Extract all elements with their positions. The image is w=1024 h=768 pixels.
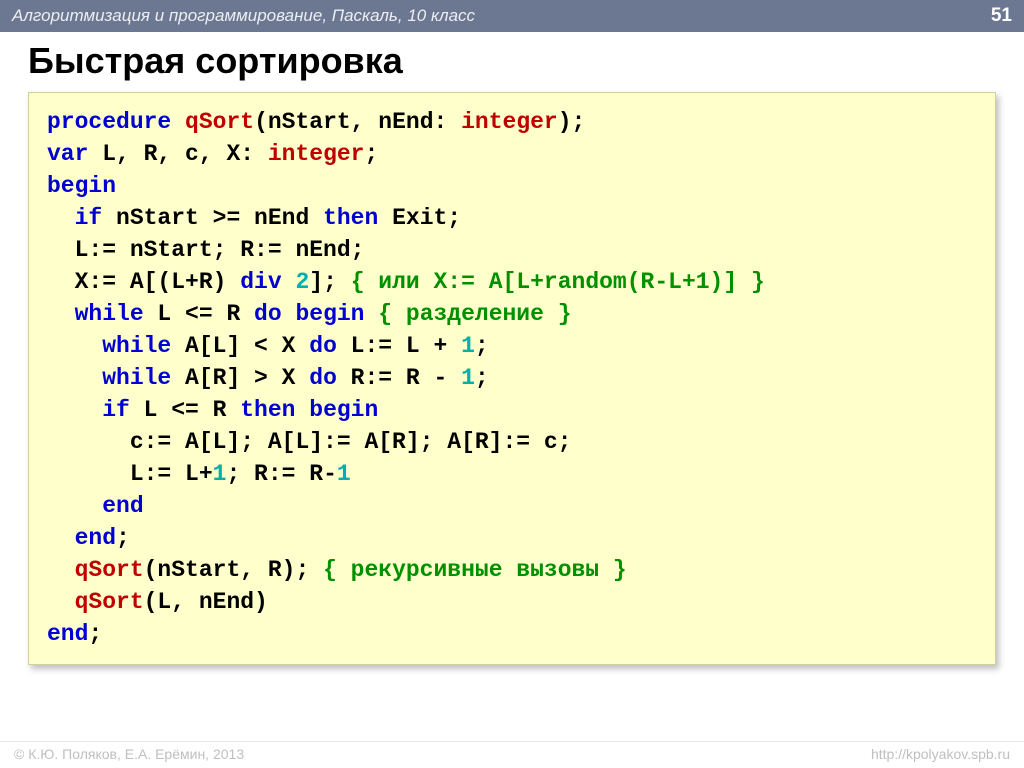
code-text: A[R] > X bbox=[171, 365, 309, 391]
comment: { или X:= A[L+random(R-L+1)] } bbox=[351, 269, 765, 295]
proc-name: qSort bbox=[185, 109, 254, 135]
code-text: ; bbox=[88, 621, 102, 647]
proc-call: qSort bbox=[75, 589, 144, 615]
code-text: (nStart, nEnd: bbox=[254, 109, 461, 135]
kw-do: do bbox=[309, 365, 337, 391]
kw-do: do bbox=[309, 333, 337, 359]
code-text: Exit; bbox=[378, 205, 461, 231]
kw-begin: begin bbox=[47, 173, 116, 199]
code-text: L <= R bbox=[144, 301, 254, 327]
code-text: ; bbox=[475, 333, 489, 359]
num-literal: 1 bbox=[461, 333, 475, 359]
kw-while: while bbox=[75, 301, 144, 327]
kw-end: end bbox=[47, 621, 88, 647]
code-text: ; bbox=[116, 525, 130, 551]
kw-do: do bbox=[254, 301, 282, 327]
num-literal: 1 bbox=[461, 365, 475, 391]
kw-div: div bbox=[226, 269, 295, 295]
kw-end: end bbox=[75, 525, 116, 551]
code-text: L:= nStart; R:= nEnd; bbox=[47, 237, 364, 263]
code-text: (L, nEnd) bbox=[144, 589, 268, 615]
kw-begin: begin bbox=[282, 301, 365, 327]
kw-while: while bbox=[102, 365, 171, 391]
breadcrumb: Алгоритмизация и программирование, Паска… bbox=[12, 6, 475, 26]
code-text: nStart >= nEnd bbox=[102, 205, 323, 231]
type-integer: integer bbox=[268, 141, 365, 167]
kw-begin: begin bbox=[295, 397, 378, 423]
code-text: X:= A[(L+R) bbox=[47, 269, 226, 295]
code-text: c:= A[L]; A[L]:= A[R]; A[R]:= c; bbox=[47, 429, 572, 455]
comment: { разделение } bbox=[364, 301, 571, 327]
kw-var: var bbox=[47, 141, 88, 167]
code-text: A[L] < X bbox=[171, 333, 309, 359]
header-bar: Алгоритмизация и программирование, Паска… bbox=[0, 0, 1024, 32]
kw-then: then bbox=[323, 205, 378, 231]
num-literal: 2 bbox=[295, 269, 309, 295]
code-text: L, R, c, X: bbox=[88, 141, 267, 167]
code-text: ); bbox=[558, 109, 586, 135]
code-text: ; bbox=[364, 141, 378, 167]
type-integer: integer bbox=[461, 109, 558, 135]
proc-call: qSort bbox=[75, 557, 144, 583]
code-text: L:= L + bbox=[337, 333, 461, 359]
kw-while: while bbox=[102, 333, 171, 359]
num-literal: 1 bbox=[337, 461, 351, 487]
kw-then: then bbox=[240, 397, 295, 423]
code-text: L:= L+ bbox=[47, 461, 213, 487]
comment: { рекурсивные вызовы } bbox=[323, 557, 627, 583]
slide-body: Быстрая сортировка procedure qSort(nStar… bbox=[0, 32, 1024, 665]
kw-procedure: procedure bbox=[47, 109, 171, 135]
code-text: ; bbox=[475, 365, 489, 391]
kw-if: if bbox=[102, 397, 130, 423]
code-text: R:= R - bbox=[337, 365, 461, 391]
code-text: (nStart, R); bbox=[144, 557, 323, 583]
page-number: 51 bbox=[991, 5, 1012, 27]
code-text: L <= R bbox=[130, 397, 240, 423]
slide-title: Быстрая сортировка bbox=[28, 40, 996, 82]
copyright: © К.Ю. Поляков, Е.А. Ерёмин, 2013 bbox=[14, 746, 244, 762]
footer: © К.Ю. Поляков, Е.А. Ерёмин, 2013 http:/… bbox=[0, 741, 1024, 762]
kw-if: if bbox=[75, 205, 103, 231]
code-block: procedure qSort(nStart, nEnd: integer); … bbox=[28, 92, 996, 665]
kw-end: end bbox=[102, 493, 143, 519]
code-text: ]; bbox=[309, 269, 350, 295]
code-text: ; R:= R- bbox=[226, 461, 336, 487]
source-url: http://kpolyakov.spb.ru bbox=[871, 746, 1010, 762]
num-literal: 1 bbox=[213, 461, 227, 487]
